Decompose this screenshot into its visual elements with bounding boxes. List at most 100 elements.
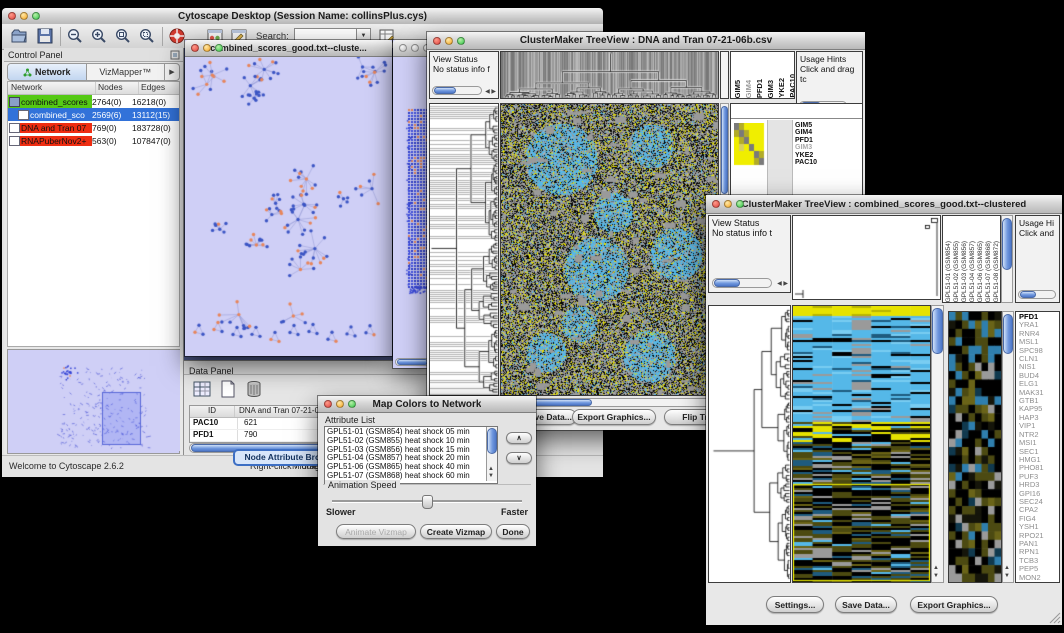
- column-label[interactable]: GPL51-06 (GSM865): [977, 241, 985, 302]
- animate-vizmap-button[interactable]: Animate Vizmap: [336, 524, 416, 539]
- open-folder-icon[interactable]: [10, 27, 28, 45]
- speed-slider-thumb[interactable]: [422, 495, 433, 509]
- attribute-table-icon[interactable]: [192, 379, 212, 399]
- minimize-icon[interactable]: [445, 37, 453, 45]
- move-up-button[interactable]: ∧: [506, 432, 532, 444]
- matrix-row-label[interactable]: PAC10: [795, 159, 817, 166]
- network-view-titlebar[interactable]: combined_scores_good.txt--cluste...: [185, 40, 392, 57]
- row-dendrogram-panel[interactable]: [429, 103, 499, 396]
- zoom-window-icon[interactable]: [348, 400, 356, 408]
- button-export-graphics[interactable]: Export Graphics...: [910, 596, 998, 613]
- window-controls[interactable]: [8, 12, 40, 20]
- close-icon[interactable]: [433, 37, 441, 45]
- network-overview-panel[interactable]: [7, 349, 180, 454]
- matrix-row-label[interactable]: GIM5: [795, 122, 817, 129]
- column-dendrogram-panel[interactable]: [792, 215, 941, 300]
- column-label[interactable]: GIM5: [733, 80, 743, 98]
- zoom-in-icon[interactable]: [90, 27, 108, 45]
- column-label[interactable]: GPL51-02 (GSM855): [953, 241, 961, 302]
- usage-hscrollbar[interactable]: [1018, 290, 1056, 299]
- data-column-id[interactable]: ID: [190, 406, 235, 417]
- column-label[interactable]: GPL51-04 (GSM857): [969, 241, 977, 302]
- column-dendrogram-panel[interactable]: [500, 51, 719, 99]
- column-label[interactable]: GPL51-08 (GSM872): [993, 241, 1001, 302]
- zoom-out-icon[interactable]: [66, 27, 84, 45]
- done-button[interactable]: Done: [496, 524, 530, 539]
- correlation-matrix-canvas[interactable]: [734, 123, 765, 167]
- column-label[interactable]: GIM4: [744, 80, 754, 98]
- gene-label[interactable]: MON2: [1019, 574, 1059, 582]
- column-labels-vscrollbar[interactable]: [1001, 215, 1013, 303]
- matrix-row-label[interactable]: PFD1: [795, 137, 817, 144]
- row-dendrogram-panel[interactable]: [708, 305, 791, 583]
- minimize-icon[interactable]: [724, 200, 732, 208]
- column-header-nodes[interactable]: Nodes: [96, 82, 139, 94]
- heatmap-panel[interactable]: [792, 305, 931, 583]
- close-icon[interactable]: [399, 44, 407, 52]
- close-icon[interactable]: [712, 200, 720, 208]
- zoom-window-icon[interactable]: [215, 44, 223, 52]
- treeview1-titlebar[interactable]: ClusterMaker TreeView : DNA and Tran 07-…: [427, 32, 865, 50]
- tab-vizmapper[interactable]: VizMapper™: [87, 64, 166, 80]
- treeview2-window: ClusterMaker TreeView : combined_scores_…: [706, 195, 1062, 625]
- table-row[interactable]: combined_scores2764(0)16218(0): [8, 95, 179, 108]
- table-row[interactable]: RNAPuberNov2+563(0)107847(0): [8, 134, 179, 147]
- attribute-listbox[interactable]: GPL51-01 (GSM854) heat shock 05 minGPL51…: [324, 426, 498, 484]
- button-export-graphics[interactable]: Export Graphics...: [572, 409, 656, 425]
- zoom-selected-icon[interactable]: [138, 27, 156, 45]
- minimize-icon[interactable]: [336, 400, 344, 408]
- zoom-vscrollbar[interactable]: ▲▼: [1002, 311, 1014, 583]
- close-icon[interactable]: [324, 400, 332, 408]
- create-vizmap-button[interactable]: Create Vizmap: [420, 524, 492, 539]
- tab-network[interactable]: Network: [8, 64, 87, 80]
- treeview2-titlebar[interactable]: ClusterMaker TreeView : combined_scores_…: [706, 195, 1062, 214]
- zoom-window-icon[interactable]: [457, 37, 465, 45]
- minimize-icon[interactable]: [203, 44, 211, 52]
- button-save-data[interactable]: Save Data...: [835, 596, 897, 613]
- attribute-list-vscrollbar[interactable]: ▲▼: [486, 427, 497, 481]
- network-hscrollbar[interactable]: [395, 358, 430, 366]
- column-label[interactable]: GPL51-01 (GSM854): [945, 241, 953, 302]
- network-name-cell: RNAPuberNov2+: [8, 134, 92, 147]
- matrix-row-label[interactable]: GIM4: [795, 129, 817, 136]
- float-panel-icon[interactable]: [170, 50, 180, 60]
- column-label[interactable]: PFD1: [755, 79, 765, 98]
- close-icon[interactable]: [8, 12, 16, 20]
- save-icon[interactable]: [36, 27, 54, 45]
- resize-grip[interactable]: [1049, 612, 1061, 624]
- column-header-network[interactable]: Network: [8, 82, 96, 94]
- status-hscrollbar[interactable]: [712, 278, 772, 288]
- heatmap-vscrollbar[interactable]: ▲▼: [931, 305, 944, 583]
- column-header-edges[interactable]: Edges: [139, 82, 179, 94]
- network-canvas[interactable]: [185, 57, 392, 356]
- scroll-arrows[interactable]: ◀ ▶: [777, 280, 788, 287]
- map-dialog-titlebar[interactable]: Map Colors to Network: [318, 396, 536, 413]
- button-settings[interactable]: Settings...: [766, 596, 824, 613]
- tab-overflow-button[interactable]: ▶: [165, 64, 179, 80]
- table-row[interactable]: DNA and Tran 07769(0)183728(0): [8, 121, 179, 134]
- delete-attribute-trash-icon[interactable]: [244, 379, 264, 399]
- zoom-fit-icon[interactable]: [114, 27, 132, 45]
- table-row[interactable]: combined_sco2569(6)13112(15): [8, 108, 179, 121]
- minimize-icon[interactable]: [20, 12, 28, 20]
- new-attribute-icon[interactable]: [218, 379, 238, 399]
- column-label[interactable]: GIM3: [766, 80, 776, 98]
- scroll-arrows[interactable]: ◀ ▶: [485, 88, 496, 95]
- column-label[interactable]: PAC10: [788, 74, 795, 98]
- column-label[interactable]: YKE2: [777, 78, 787, 98]
- zoom-heatmap-panel[interactable]: [948, 311, 1002, 583]
- zoom-window-icon[interactable]: [32, 12, 40, 20]
- column-label[interactable]: GPL51-07 (GSM868): [985, 241, 993, 302]
- main-titlebar[interactable]: Cytoscape Desktop (Session Name: collins…: [2, 8, 603, 25]
- desktop: Cytoscape Desktop (Session Name: collins…: [0, 0, 1064, 633]
- matrix-row-label[interactable]: YKE2: [795, 152, 817, 159]
- help-lifesaver-icon[interactable]: [168, 27, 186, 45]
- status-hscrollbar[interactable]: [432, 86, 482, 95]
- heatmap-panel[interactable]: [500, 103, 719, 396]
- zoom-window-icon[interactable]: [736, 200, 744, 208]
- move-down-button[interactable]: ∨: [506, 452, 532, 464]
- matrix-row-label[interactable]: GIM3: [795, 144, 817, 151]
- close-icon[interactable]: [191, 44, 199, 52]
- column-label[interactable]: GPL51-03 (GSM856): [961, 241, 969, 302]
- minimize-icon[interactable]: [411, 44, 419, 52]
